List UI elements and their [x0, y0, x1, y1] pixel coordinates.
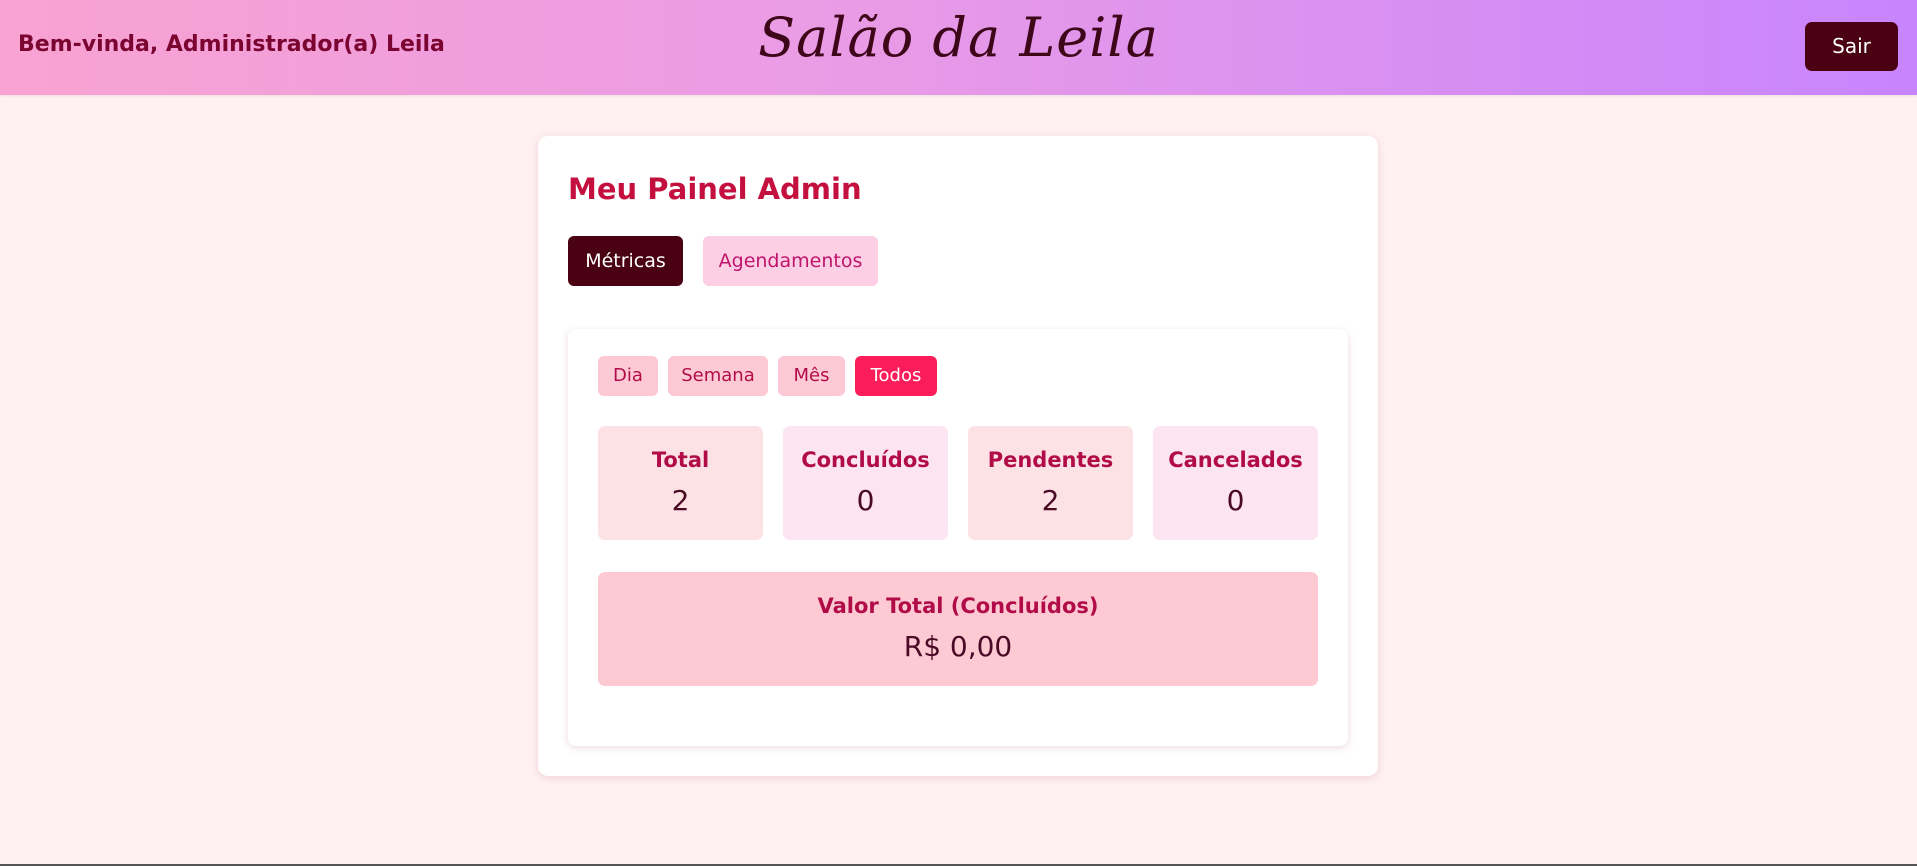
total-value-card: Valor Total (Concluídos) R$ 0,00	[598, 572, 1318, 686]
stat-label: Total	[651, 448, 710, 472]
stat-card-cancelados: Cancelados 0	[1153, 426, 1318, 540]
tab-metricas[interactable]: Métricas	[568, 236, 683, 286]
page-title: Meu Painel Admin	[568, 172, 862, 206]
stat-value: 2	[1041, 484, 1060, 517]
total-value-amount: R$ 0,00	[903, 630, 1013, 663]
filter-todos-button[interactable]: Todos	[855, 356, 937, 396]
tab-agendamentos[interactable]: Agendamentos	[703, 236, 878, 286]
total-value-label: Valor Total (Concluídos)	[817, 594, 1099, 618]
stat-value: 2	[671, 484, 690, 517]
stat-card-total: Total 2	[598, 426, 763, 540]
metrics-section: Dia Semana Mês Todos Total 2 Concluídos …	[568, 329, 1348, 746]
logout-button[interactable]: Sair	[1805, 22, 1898, 71]
stat-card-pendentes: Pendentes 2	[968, 426, 1133, 540]
stat-label: Pendentes	[987, 448, 1114, 472]
stat-value: 0	[856, 484, 875, 517]
admin-panel-card: Meu Painel Admin Métricas Agendamentos D…	[538, 136, 1378, 776]
brand-logo-text: Salão da Leila	[758, 6, 1159, 69]
filter-semana-button[interactable]: Semana	[668, 356, 768, 396]
stat-card-concluidos: Concluídos 0	[783, 426, 948, 540]
top-header: Bem-vinda, Administrador(a) Leila Salão …	[0, 0, 1917, 95]
filter-mes-button[interactable]: Mês	[778, 356, 845, 396]
stat-label: Cancelados	[1168, 448, 1303, 472]
filter-dia-button[interactable]: Dia	[598, 356, 658, 396]
stat-value: 0	[1226, 484, 1245, 517]
stat-label: Concluídos	[801, 448, 930, 472]
